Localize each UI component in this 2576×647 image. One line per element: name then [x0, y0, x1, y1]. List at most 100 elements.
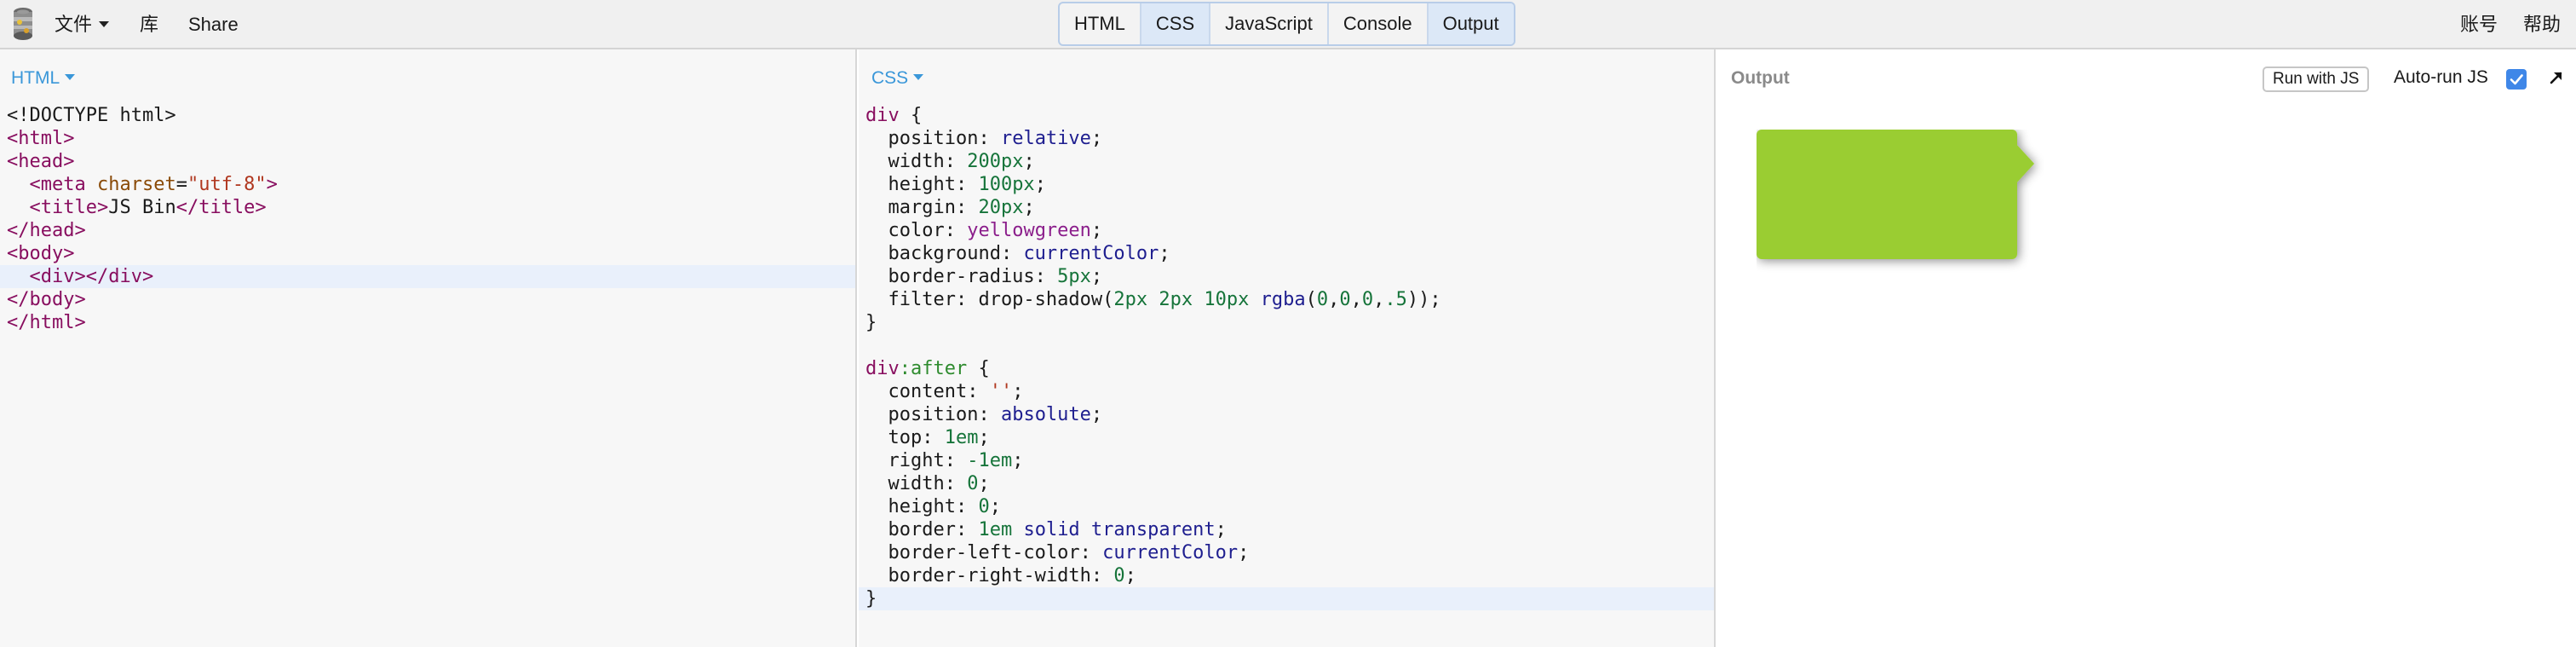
html-code-line[interactable]: <title>JS Bin</title> — [0, 196, 855, 219]
css-code-line[interactable]: height: 100px; — [859, 173, 1714, 196]
output-title: Output — [1731, 68, 1790, 88]
css-code-token: width: — [865, 151, 968, 172]
css-code-token: ; — [1238, 542, 1250, 563]
html-code-line[interactable]: <head> — [0, 150, 855, 173]
css-code-line[interactable] — [859, 334, 1714, 357]
account-menu[interactable]: 账号 — [2460, 0, 2498, 49]
css-code-token: ; — [1012, 381, 1024, 402]
html-code-token: JS Bin — [108, 197, 176, 218]
css-code-line[interactable]: margin: 20px; — [859, 196, 1714, 219]
css-code-line[interactable]: width: 200px; — [859, 150, 1714, 173]
css-code-token: 1em — [944, 427, 979, 448]
tab-html[interactable]: HTML — [1060, 3, 1141, 44]
html-code-line[interactable]: </body> — [0, 288, 855, 311]
html-code-editor[interactable]: <!DOCTYPE html> <html> <head> <meta charse… — [0, 104, 855, 334]
file-menu[interactable]: 文件 — [55, 0, 110, 49]
css-code-line[interactable]: div:after { — [859, 357, 1714, 380]
autorun-checkbox[interactable] — [2506, 69, 2527, 90]
html-code-line[interactable]: </head> — [0, 219, 855, 242]
css-code-line[interactable]: div { — [859, 104, 1714, 127]
css-code-token: { — [899, 105, 923, 126]
html-code-token: <head> — [7, 151, 75, 172]
css-code-line[interactable]: content: ''; — [859, 380, 1714, 403]
css-code-line[interactable]: height: 0; — [859, 495, 1714, 518]
css-code-token: )); — [1406, 289, 1441, 310]
css-pane-menu[interactable]: CSS — [871, 68, 924, 89]
css-code-token: right: — [865, 450, 968, 471]
library-menu-label: 库 — [140, 14, 159, 35]
css-code-token: 0 — [1339, 289, 1351, 310]
css-code-token: 0 — [978, 496, 990, 517]
css-code-token: ; — [1124, 565, 1136, 586]
css-code-line[interactable]: right: -1em; — [859, 449, 1714, 472]
run-with-js-button[interactable]: Run with JS — [2263, 66, 2370, 92]
html-code-line[interactable]: <div></div> — [0, 265, 855, 288]
top-toolbar: 文件 库 Share HTML CSS JavaScript Console O… — [0, 0, 2576, 49]
css-code-line[interactable]: position: relative; — [859, 127, 1714, 150]
css-code-line[interactable]: border: 1em solid transparent; — [859, 518, 1714, 541]
tab-console[interactable]: Console — [1329, 3, 1429, 44]
css-code-token: height: — [865, 496, 979, 517]
popout-arrow-icon[interactable] — [2545, 66, 2567, 89]
css-code-token: ; — [1215, 519, 1227, 540]
css-code-token: ( — [1305, 289, 1317, 310]
html-code-line[interactable]: <!DOCTYPE html> — [0, 104, 855, 127]
css-code-line[interactable]: top: 1em; — [859, 426, 1714, 449]
html-code-token: <body> — [7, 243, 75, 264]
css-code-token: relative — [1000, 128, 1091, 149]
css-code-token: border-left-color: — [865, 542, 1103, 563]
css-code-line[interactable]: position: absolute; — [859, 403, 1714, 426]
css-code-line[interactable]: border-right-width: 0; — [859, 564, 1714, 587]
css-code-token: 200px — [967, 151, 1024, 172]
css-code-editor[interactable]: div { position: relative; width: 200px; … — [859, 104, 1714, 610]
html-code-line[interactable]: <body> — [0, 242, 855, 265]
css-code-line[interactable]: border-left-color: currentColor; — [859, 541, 1714, 564]
html-code-line[interactable]: <html> — [0, 127, 855, 150]
library-menu[interactable]: 库 — [140, 0, 158, 49]
html-code-token: </html> — [7, 312, 86, 333]
chevron-down-icon — [913, 74, 924, 81]
css-code-token: absolute — [1000, 404, 1091, 425]
css-code-line[interactable]: background: currentColor; — [859, 242, 1714, 265]
css-editor-pane[interactable]: CSS div { position: relative; width: 200… — [859, 49, 1716, 647]
html-code-token: <meta — [29, 174, 97, 195]
html-pane-menu[interactable]: HTML — [11, 68, 76, 89]
css-code-line[interactable]: } — [859, 311, 1714, 334]
css-code-line[interactable]: border-radius: 5px; — [859, 265, 1714, 288]
share-menu[interactable]: Share — [188, 0, 239, 49]
css-code-token: .5 — [1384, 289, 1407, 310]
css-code-token: position: — [865, 128, 1001, 149]
css-code-token: , — [1373, 289, 1385, 310]
css-code-line[interactable]: filter: drop-shadow(2px 2px 10px rgba(0,… — [859, 288, 1714, 311]
css-code-token: ; — [1090, 128, 1103, 149]
css-code-token: } — [865, 312, 877, 333]
css-code-line[interactable]: width: 0; — [859, 472, 1714, 495]
tab-css[interactable]: CSS — [1141, 3, 1211, 44]
html-code-token: <title> — [29, 197, 109, 218]
css-code-token: yellowgreen — [967, 220, 1091, 241]
html-code-line[interactable]: </html> — [0, 311, 855, 334]
tab-output[interactable]: Output — [1428, 3, 1514, 44]
jsbin-logo-icon[interactable] — [10, 5, 36, 43]
css-code-line[interactable]: color: yellowgreen; — [859, 219, 1714, 242]
html-code-token — [7, 266, 30, 287]
tab-javascript[interactable]: JavaScript — [1210, 3, 1329, 44]
css-code-token: :after — [899, 358, 968, 379]
account-menu-label: 账号 — [2460, 14, 2498, 35]
css-code-token: background: — [865, 243, 1024, 264]
rendered-div-preview — [1757, 130, 2034, 259]
css-code-token: ; — [978, 427, 990, 448]
css-code-line[interactable]: } — [859, 587, 1714, 610]
chevron-down-icon — [99, 21, 110, 28]
autorun-label: Auto-run JS — [2394, 67, 2488, 87]
css-code-token: 0 — [1113, 565, 1125, 586]
css-code-token: , — [1350, 289, 1362, 310]
css-code-token: border: — [865, 519, 979, 540]
tab-javascript-label: JavaScript — [1225, 13, 1313, 34]
help-menu[interactable]: 帮助 — [2523, 0, 2561, 49]
html-code-line[interactable]: <meta charset="utf-8"> — [0, 173, 855, 196]
css-code-token: ; — [1090, 266, 1103, 287]
css-code-token: '' — [989, 381, 1013, 402]
css-code-token: ; — [978, 473, 990, 494]
html-editor-pane[interactable]: HTML <!DOCTYPE html> <html> <head> <meta c… — [0, 49, 857, 647]
